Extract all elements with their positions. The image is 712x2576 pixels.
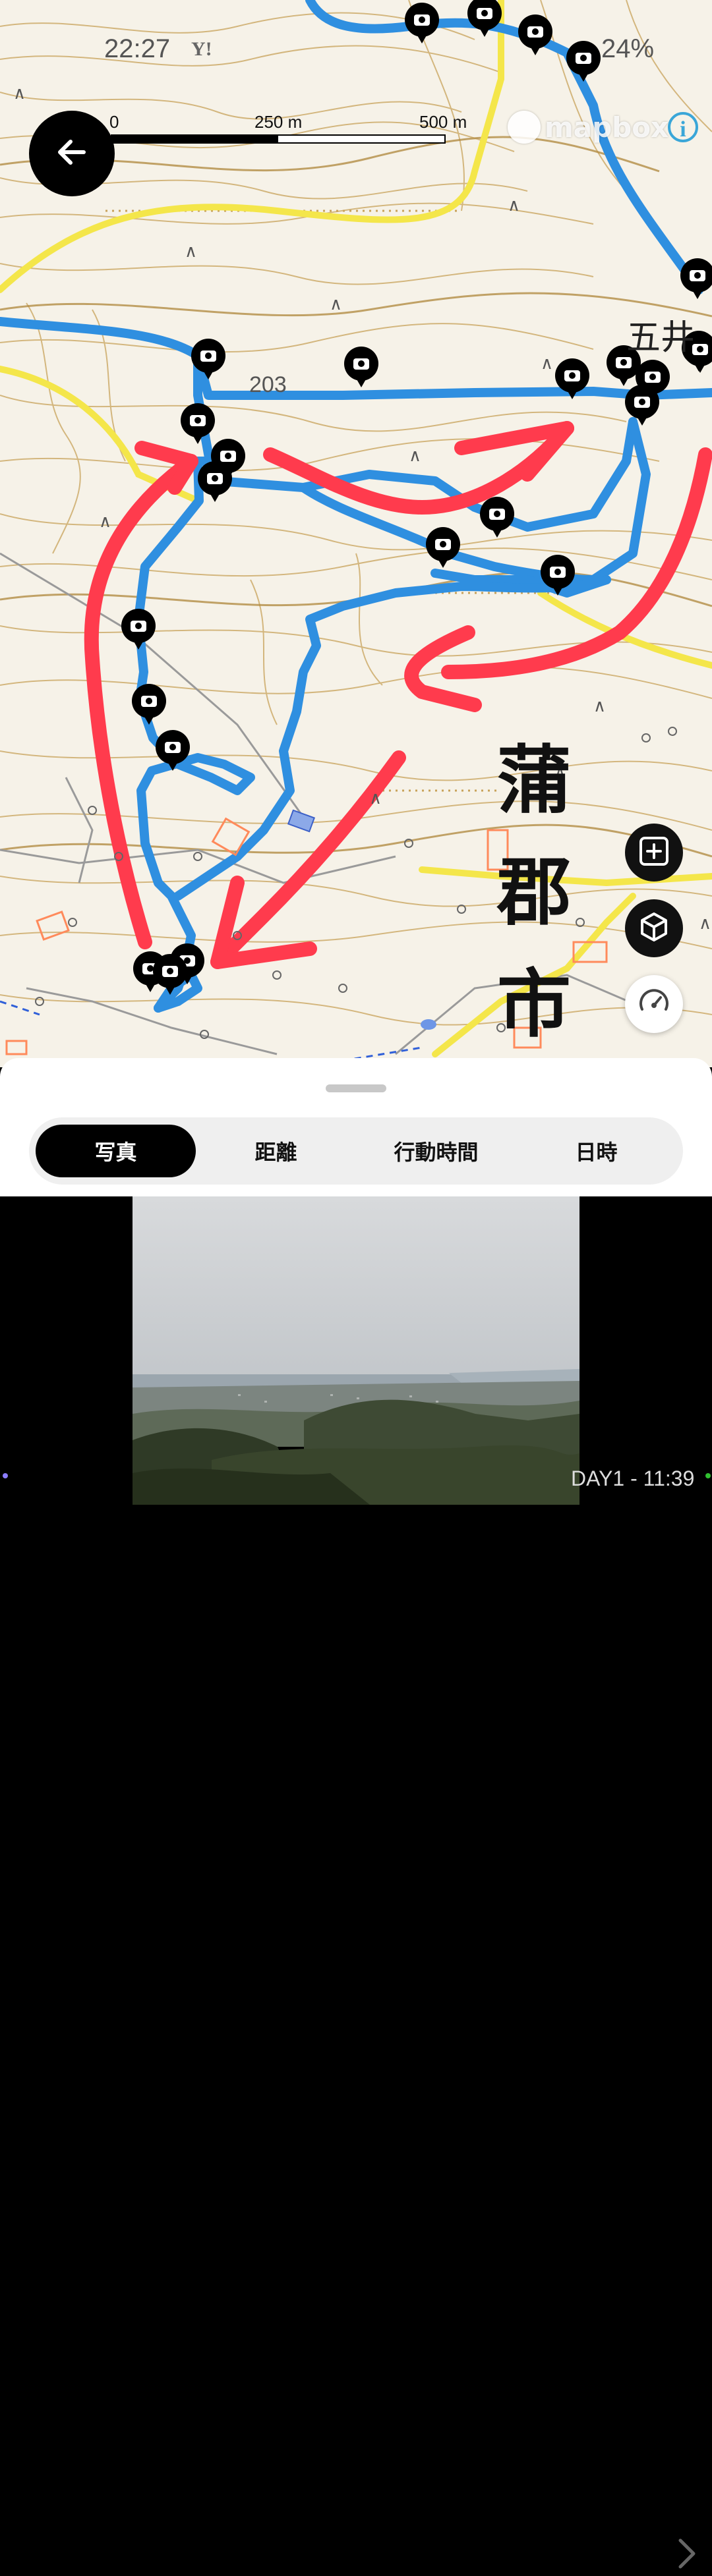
bottom-sheet: 写真 距離 行動時間 日時 xyxy=(0,1058,712,1196)
svg-text:∧: ∧ xyxy=(330,294,342,314)
speed-button[interactable] xyxy=(625,975,683,1033)
scale-bar: 0 250 m 500 m xyxy=(109,112,467,152)
svg-text:∧: ∧ xyxy=(185,241,197,261)
status-time: 22:27 xyxy=(104,34,171,63)
photo-marker[interactable] xyxy=(132,684,166,725)
info-button[interactable]: i xyxy=(668,112,698,142)
photo-marker[interactable] xyxy=(480,497,514,538)
tab-active-time[interactable]: 行動時間 xyxy=(356,1125,516,1177)
speedometer-icon xyxy=(636,984,672,1024)
road-number-label: 203 xyxy=(249,372,287,397)
next-photo-button[interactable] xyxy=(674,2534,700,2573)
zoom-fit-button[interactable] xyxy=(625,824,683,882)
photo-viewer[interactable]: DAY1 - 11:39 xyxy=(0,1196,712,2569)
svg-text:∧: ∧ xyxy=(541,353,553,373)
svg-text:∧: ∧ xyxy=(369,788,382,808)
svg-text:∧: ∧ xyxy=(409,445,421,465)
carrier-icon: Y! xyxy=(191,38,212,60)
photo-marker[interactable] xyxy=(518,14,552,55)
svg-text:∧: ∧ xyxy=(508,195,520,215)
page-dot-left xyxy=(3,1473,8,1478)
mapbox-logo: mapbox xyxy=(508,111,668,144)
svg-text:∧: ∧ xyxy=(699,913,711,933)
page-dot-right xyxy=(705,1473,711,1478)
zoom-frame-icon xyxy=(636,833,672,872)
svg-text:∧: ∧ xyxy=(593,696,606,715)
sort-tabs: 写真 距離 行動時間 日時 xyxy=(29,1117,683,1185)
back-button[interactable] xyxy=(29,111,115,196)
chevron-right-icon xyxy=(674,2538,700,2576)
photo-marker[interactable] xyxy=(121,609,156,650)
map-view[interactable]: ∧ ∧ ∧ ∧ ∧ ∧ ∧ ∧ ∧ ∧ ∧ 22:27 Y! 24% 0 250… xyxy=(0,0,712,1067)
3d-cube-icon xyxy=(636,909,672,948)
arrow-left-icon xyxy=(53,134,90,173)
tab-distance[interactable]: 距離 xyxy=(196,1125,356,1177)
sheet-drag-handle[interactable] xyxy=(326,1084,386,1092)
photo-marker[interactable] xyxy=(344,347,378,387)
photo-marker[interactable] xyxy=(426,527,460,568)
tab-datetime[interactable]: 日時 xyxy=(516,1125,676,1177)
city-label: 蒲郡市 xyxy=(497,738,571,1048)
scale-label-250: 250 m xyxy=(254,112,303,132)
tab-photo[interactable]: 写真 xyxy=(36,1125,196,1177)
photo-marker[interactable] xyxy=(680,258,712,299)
svg-text:∧: ∧ xyxy=(99,511,111,531)
photo-caption: DAY1 - 11:39 xyxy=(571,1467,695,1490)
photo-marker[interactable] xyxy=(566,41,601,82)
place-label: 五井 xyxy=(626,318,696,358)
landscape-photo[interactable] xyxy=(133,1196,579,1505)
scale-label-500: 500 m xyxy=(419,112,467,132)
scale-label-0: 0 xyxy=(109,112,119,132)
photo-marker[interactable] xyxy=(405,3,439,43)
mapbox-circle-icon xyxy=(508,111,541,144)
3d-view-button[interactable] xyxy=(625,899,683,957)
mapbox-wordmark: mapbox xyxy=(545,111,669,144)
svg-text:∧: ∧ xyxy=(13,83,26,103)
battery-level: 24% xyxy=(601,34,655,63)
